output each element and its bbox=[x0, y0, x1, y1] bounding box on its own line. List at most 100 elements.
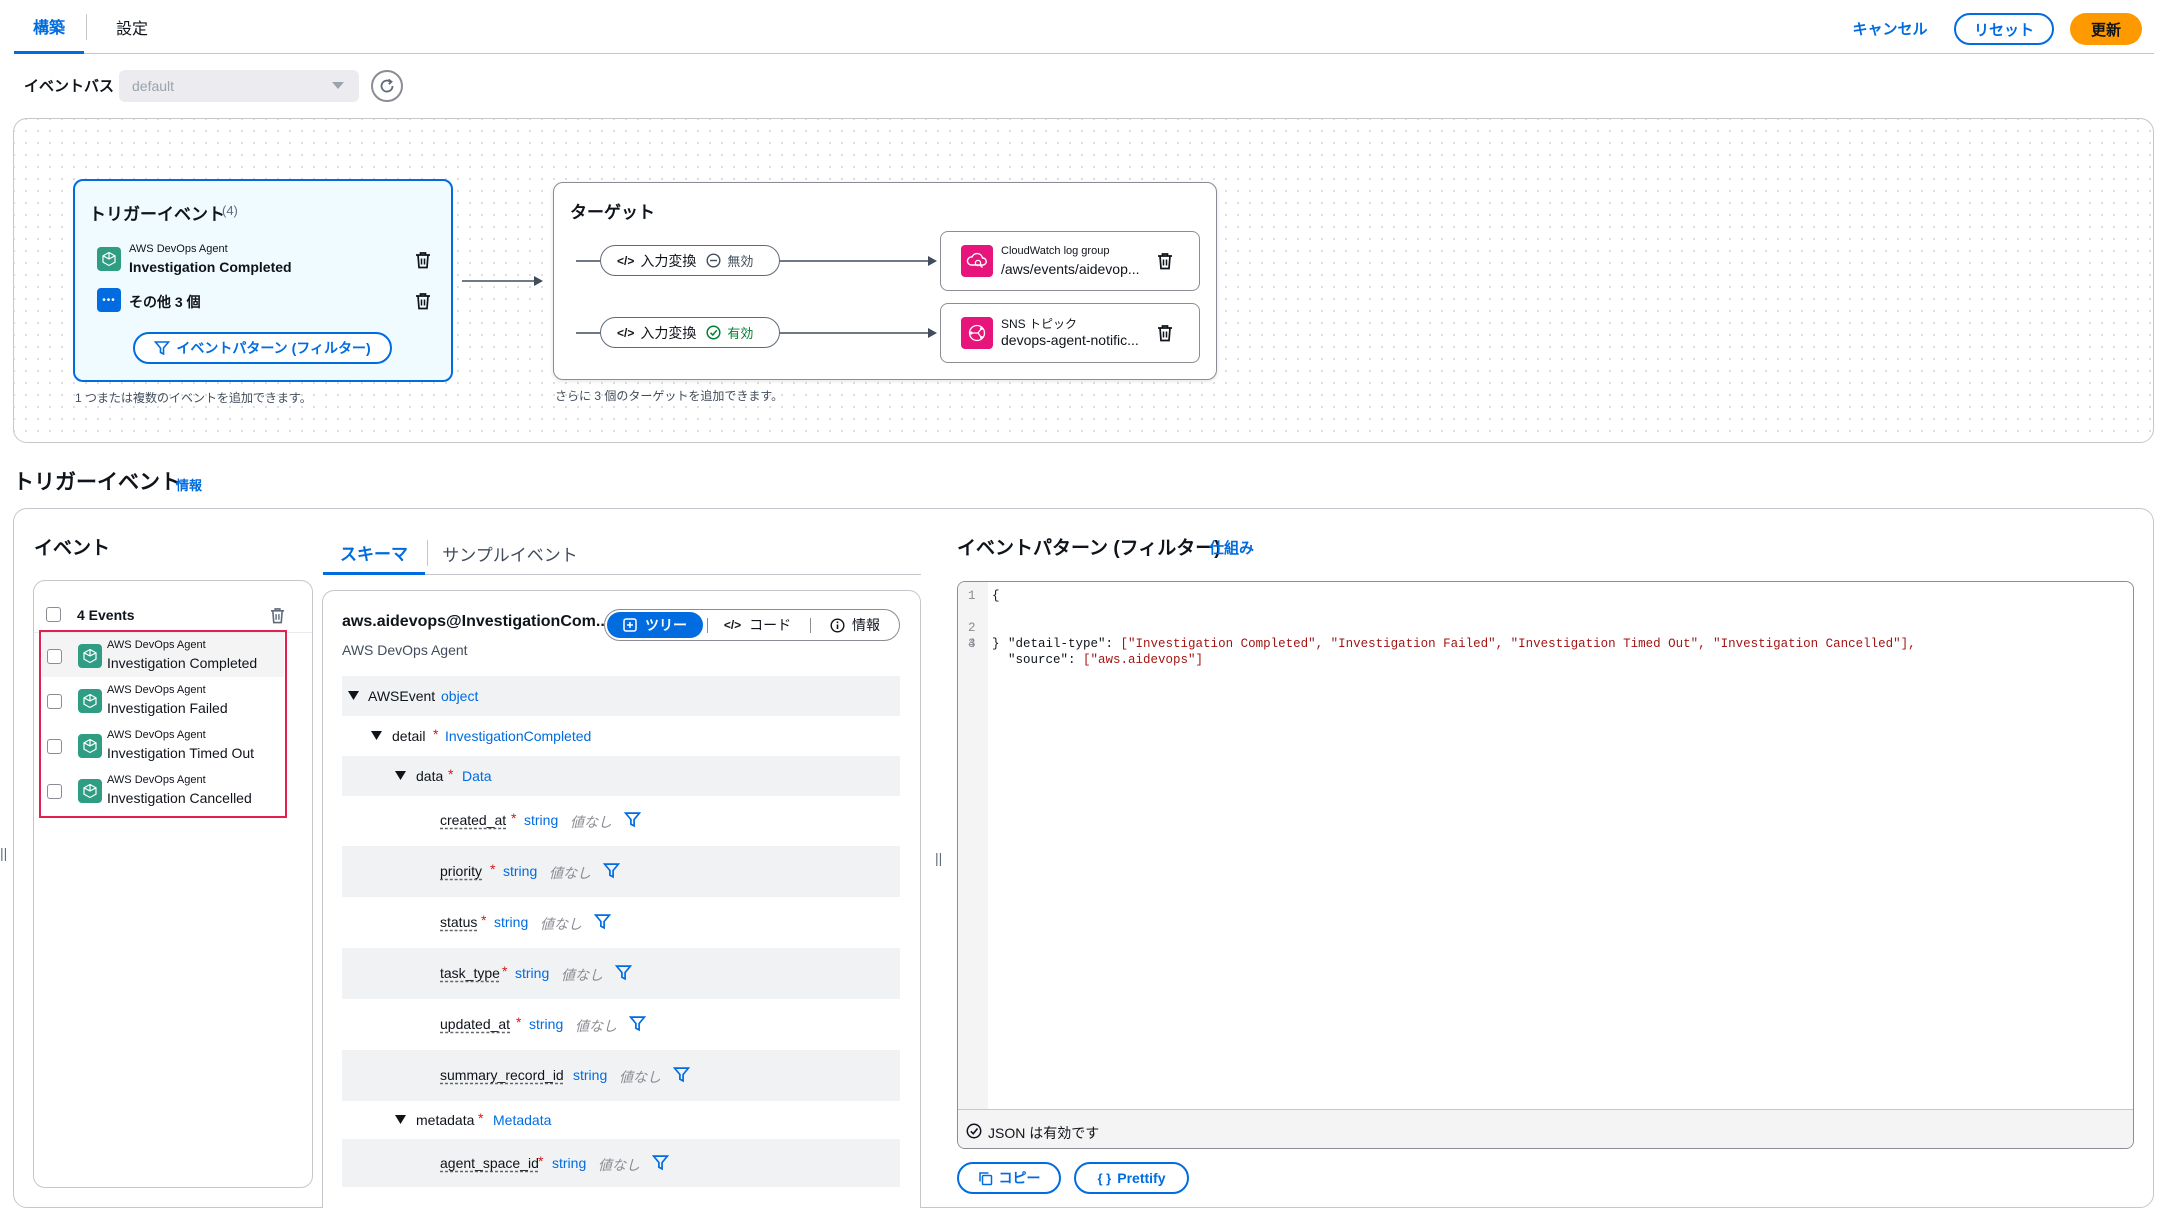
filter-icon[interactable] bbox=[615, 964, 632, 981]
refresh-button[interactable] bbox=[371, 70, 403, 102]
panel-resize-handle-left[interactable]: || bbox=[0, 845, 7, 861]
field-name: agent_space_id bbox=[440, 1155, 539, 1171]
trash-icon[interactable] bbox=[415, 251, 431, 269]
section-info-link[interactable]: 情報 bbox=[176, 475, 202, 494]
field-type: string bbox=[573, 1067, 608, 1083]
event-checkbox[interactable] bbox=[47, 694, 62, 709]
list-item[interactable]: AWS DevOps Agent Investigation Cancelled bbox=[42, 769, 284, 813]
event-bus-select[interactable]: default bbox=[119, 70, 359, 102]
trigger-hint: 1 つまたは複数のイベントを追加できます。 bbox=[75, 391, 312, 405]
filter-icon[interactable] bbox=[603, 862, 620, 879]
tree-row-field[interactable]: created_at * string 値なし bbox=[342, 796, 900, 846]
more-events-icon: ••• bbox=[97, 288, 121, 312]
tree-row-data[interactable]: data * Data bbox=[342, 756, 900, 796]
field-name: summary_record_id bbox=[440, 1067, 564, 1083]
event-box-icon bbox=[78, 644, 102, 668]
field-value: 値なし bbox=[619, 1069, 661, 1085]
refresh-icon bbox=[380, 78, 394, 93]
list-item[interactable]: AWS DevOps Agent Investigation Completed bbox=[42, 634, 284, 678]
field-type: string bbox=[494, 914, 529, 930]
prettify-button[interactable]: { } Prettify bbox=[1074, 1162, 1189, 1194]
line-number: 1 bbox=[968, 589, 976, 603]
tree-row-field[interactable]: agent_space_id * string 値なし bbox=[342, 1139, 900, 1187]
node-type: object bbox=[441, 688, 479, 704]
trash-icon[interactable] bbox=[1157, 324, 1173, 342]
pattern-how-link[interactable]: 仕組み bbox=[1209, 537, 1254, 558]
tree-row-field[interactable]: priority * string 値なし bbox=[342, 846, 900, 897]
transform-label-2: 入力変換 bbox=[640, 324, 697, 341]
filter-icon[interactable] bbox=[624, 811, 641, 828]
schema-subtitle: AWS DevOps Agent bbox=[342, 642, 468, 658]
required-mark: * bbox=[538, 1153, 544, 1169]
filter-icon[interactable] bbox=[629, 1015, 646, 1032]
target-name-1: /aws/events/aidevop... bbox=[1001, 261, 1140, 277]
input-transform-1[interactable]: </> 入力変換 無効 bbox=[600, 245, 780, 276]
view-code-button[interactable]: </> コード bbox=[710, 612, 805, 638]
tree-row-field[interactable]: status * string 値なし bbox=[342, 897, 900, 948]
filter-icon[interactable] bbox=[594, 913, 611, 930]
info-icon bbox=[830, 617, 845, 633]
toggle-divider bbox=[810, 618, 811, 633]
code-icon: </> bbox=[617, 325, 635, 340]
list-item[interactable]: AWS DevOps Agent Investigation Failed bbox=[42, 679, 284, 723]
field-value: 値なし bbox=[540, 916, 582, 932]
node-type: Data bbox=[462, 768, 492, 784]
tab-build[interactable]: 構築 bbox=[14, 0, 84, 54]
tab-settings[interactable]: 設定 bbox=[92, 0, 172, 54]
tree-row-detail[interactable]: detail * InvestigationCompleted bbox=[342, 716, 900, 756]
event-box-icon bbox=[78, 689, 102, 713]
event-box-icon bbox=[78, 734, 102, 758]
field-value: 値なし bbox=[575, 1018, 617, 1034]
toggle-divider bbox=[707, 618, 708, 633]
node-type: InvestigationCompleted bbox=[445, 728, 592, 744]
trash-icon[interactable] bbox=[270, 607, 285, 624]
tree-row-field[interactable]: updated_at * string 値なし bbox=[342, 999, 900, 1050]
view-info-label: 情報 bbox=[852, 617, 880, 633]
tree-row-root[interactable]: AWSEvent object bbox=[342, 676, 900, 716]
json-value: ["Investigation Completed", "Investigati… bbox=[1120, 637, 1916, 651]
code-text: } bbox=[992, 637, 1000, 651]
code-line: 2 "detail-type": ["Investigation Complet… bbox=[958, 604, 1916, 651]
copy-button[interactable]: コピー bbox=[957, 1162, 1061, 1194]
view-tree-button[interactable]: ツリー bbox=[607, 612, 703, 638]
json-key: "detail-type" bbox=[1008, 637, 1106, 651]
tab-divider bbox=[427, 540, 428, 566]
event-bus-value: default bbox=[132, 78, 175, 94]
target-type-1: CloudWatch log group bbox=[1001, 245, 1110, 257]
panel-resize-handle-middle[interactable]: || bbox=[935, 850, 942, 866]
tab-sample-event[interactable]: サンプルイベント bbox=[430, 532, 590, 575]
tree-row-field[interactable]: summary_record_id string 値なし bbox=[342, 1050, 900, 1101]
events-panel-title: イベント bbox=[34, 538, 111, 559]
events-count: 4 Events bbox=[77, 607, 135, 623]
list-item[interactable]: AWS DevOps Agent Investigation Timed Out bbox=[42, 724, 284, 768]
caret-down-icon bbox=[395, 1115, 406, 1124]
trash-icon[interactable] bbox=[415, 292, 431, 310]
sns-icon bbox=[961, 317, 993, 349]
event-checkbox[interactable] bbox=[47, 649, 62, 664]
select-all-checkbox[interactable] bbox=[46, 607, 61, 622]
transform-label-1: 入力変換 bbox=[640, 252, 697, 269]
code-line: 3 "source": ["aws.aidevops"] bbox=[958, 620, 1203, 667]
reset-button[interactable]: リセット bbox=[1954, 13, 2054, 45]
reset-label: リセット bbox=[1973, 21, 2034, 39]
event-checkbox[interactable] bbox=[47, 784, 62, 799]
view-info-button[interactable]: 情報 bbox=[813, 612, 897, 638]
input-transform-2[interactable]: </> 入力変換 有効 bbox=[600, 317, 780, 348]
event-checkbox[interactable] bbox=[47, 739, 62, 754]
check-circle-icon bbox=[706, 325, 721, 340]
update-button[interactable]: 更新 bbox=[2070, 13, 2142, 45]
code-editor[interactable]: JSON は有効です 1 { 2 "detail-type": ["Invest… bbox=[957, 581, 2134, 1149]
trash-icon[interactable] bbox=[1157, 252, 1173, 270]
check-circle-icon bbox=[966, 1123, 982, 1139]
cancel-button[interactable]: キャンセル bbox=[1830, 16, 1950, 40]
tree-row-field[interactable]: task_type * string 値なし bbox=[342, 948, 900, 999]
event-source: AWS DevOps Agent bbox=[107, 774, 206, 786]
filter-icon[interactable] bbox=[673, 1066, 690, 1083]
field-value: 値なし bbox=[598, 1157, 640, 1173]
event-pattern-filter-button[interactable]: イベントパターン (フィルター) bbox=[133, 332, 392, 364]
required-mark: * bbox=[478, 1110, 484, 1126]
filter-icon[interactable] bbox=[652, 1154, 669, 1171]
tree-row-metadata[interactable]: metadata * Metadata bbox=[342, 1101, 900, 1139]
tab-schema[interactable]: スキーマ bbox=[323, 532, 425, 575]
code-line: 1 { bbox=[958, 588, 1003, 604]
